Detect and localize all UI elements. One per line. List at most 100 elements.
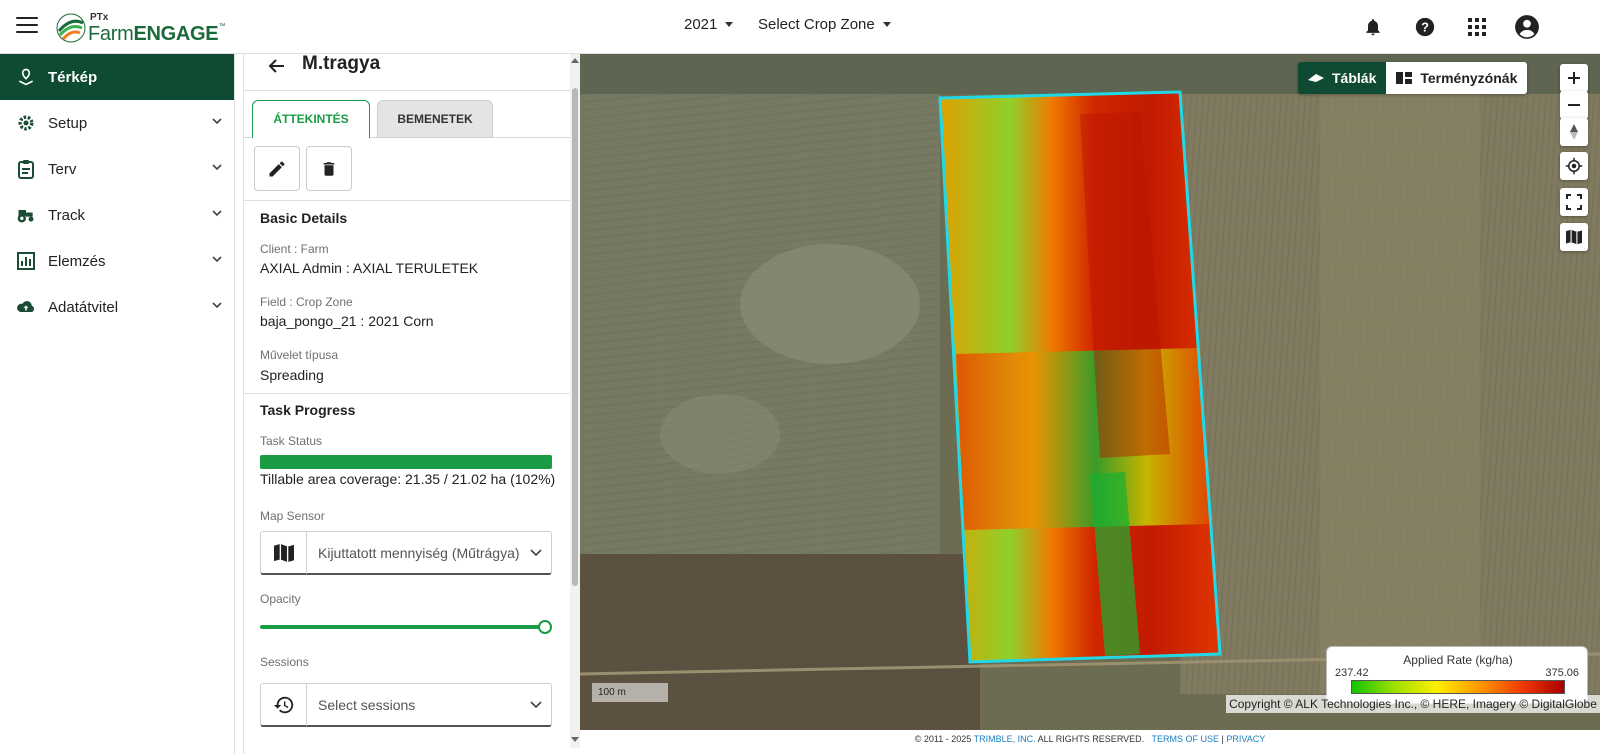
crop-zone-select[interactable]: Select Crop Zone (758, 16, 891, 33)
trimble-link[interactable]: TRIMBLE, INC. (974, 734, 1036, 744)
panel-header: M.tragya (244, 54, 572, 92)
tab-attekintes[interactable]: ÁTTEKINTÉS (252, 100, 370, 139)
opacity-slider-handle[interactable] (538, 620, 552, 634)
fullscreen-button[interactable] (1560, 188, 1588, 216)
zoom-out-button[interactable] (1560, 91, 1588, 119)
tractor-icon (16, 205, 36, 225)
sidebar-item-label: Terv (48, 160, 77, 178)
task-status-progress-bar (260, 455, 552, 469)
map-sensor-select[interactable]: Kijuttatott mennyiség (Műtrágya) - (260, 531, 552, 575)
sidebar: Térkép Setup Terv Track Elemzés Adatátvi… (0, 54, 235, 754)
bell-icon[interactable] (1360, 14, 1386, 40)
field-layer-icon (1308, 73, 1324, 83)
task-status-label: Task Status (260, 434, 323, 448)
help-icon[interactable]: ? (1412, 14, 1438, 40)
layer-tablak-button[interactable]: Táblák (1298, 62, 1387, 94)
coverage-text: Tillable area coverage: 21.35 / 21.02 ha… (260, 471, 556, 487)
sessions-select[interactable]: Select sessions (260, 683, 552, 727)
caret-down-icon (882, 22, 891, 27)
footer-copyright: © 2011 - 2025 (914, 734, 972, 744)
sidebar-item-terkep[interactable]: Térkép (0, 54, 234, 100)
logo-ptx: PTx (90, 12, 109, 23)
footer-rights: ALL RIGHTS RESERVED. (1037, 734, 1145, 744)
layer-termenyzonak-label: Terményzónák (1420, 70, 1518, 86)
sidebar-item-label: Track (48, 206, 85, 224)
privacy-link[interactable]: PRIVACY (1226, 734, 1265, 744)
top-bar: PTx FarmENGAGE™ 2021 Select Crop Zone ? (0, 0, 1600, 54)
sessions-placeholder: Select sessions (318, 696, 416, 713)
back-arrow-icon[interactable] (264, 54, 288, 78)
tab-bar: ÁTTEKINTÉS BEMENETEK (244, 100, 572, 139)
delete-button[interactable] (306, 146, 352, 191)
legend-max-value: 375.06 (1545, 667, 1579, 679)
year-select[interactable]: 2021 (684, 16, 734, 33)
sidebar-item-elemzes[interactable]: Elemzés (0, 238, 234, 284)
clipboard-icon (16, 159, 36, 179)
map-sensor-value: Kijuttatott mennyiség (Műtrágya) - (318, 544, 521, 561)
caret-down-icon (725, 22, 734, 27)
map-scale-bar: 100 m (592, 683, 668, 702)
cloud-upload-icon (16, 297, 36, 317)
tab-bemenetek[interactable]: BEMENETEK (377, 100, 493, 138)
map-sensor-label: Map Sensor (260, 509, 325, 523)
chevron-down-icon (212, 256, 222, 263)
opacity-slider-track (260, 625, 545, 629)
client-value: AXIAL Admin : AXIAL TERULETEK (260, 260, 479, 276)
task-progress-title: Task Progress (260, 402, 356, 418)
zoom-in-button[interactable] (1560, 64, 1588, 92)
layer-termenyzonak-button[interactable]: Terményzónák (1386, 62, 1528, 94)
svg-text:?: ? (1421, 20, 1429, 35)
chevron-down-icon (212, 164, 222, 171)
minus-icon (1568, 104, 1580, 106)
year-value: 2021 (684, 16, 718, 33)
sessions-label: Sessions (260, 655, 309, 669)
chevron-down-icon (212, 210, 222, 217)
sidebar-item-label: Elemzés (48, 252, 106, 270)
map-icon (1566, 229, 1582, 245)
terms-of-use-link[interactable]: TERMS OF USE (1152, 734, 1220, 744)
account-icon[interactable] (1514, 14, 1540, 40)
opacity-label: Opacity (260, 592, 301, 606)
panel-scrollbar[interactable] (570, 54, 580, 748)
farmengage-logo[interactable]: PTx FarmENGAGE™ (56, 12, 226, 46)
sidebar-item-adatatvitel[interactable]: Adatátvitel (0, 284, 234, 330)
compass-button[interactable] (1560, 118, 1588, 146)
edit-button[interactable] (254, 146, 300, 191)
crosshair-icon (1565, 157, 1583, 175)
basic-details-title: Basic Details (260, 210, 348, 226)
field-label: Field : Crop Zone (260, 295, 353, 309)
app-window: PTx FarmENGAGE™ 2021 Select Crop Zone ? (0, 0, 1600, 754)
divider (244, 90, 572, 91)
sidebar-item-track[interactable]: Track (0, 192, 234, 238)
apps-grid-icon[interactable] (1464, 14, 1490, 40)
sidebar-item-label: Térkép (48, 68, 98, 86)
map-view[interactable]: Táblák Terményzónák Applied Rate (kg/ha) (580, 54, 1600, 730)
divider (244, 393, 572, 394)
scrollbar-thumb[interactable] (572, 88, 578, 586)
locate-button[interactable] (1560, 152, 1588, 180)
layer-toggle: Táblák Terményzónák (1298, 62, 1528, 94)
layer-tablak-label: Táblák (1332, 70, 1377, 86)
map-copyright: Copyright © ALK Technologies Inc., © HER… (1226, 695, 1600, 713)
sidebar-item-setup[interactable]: Setup (0, 100, 234, 146)
sidebar-item-terv[interactable]: Terv (0, 146, 234, 192)
menu-icon[interactable] (16, 17, 38, 35)
footer-separator: | (1221, 734, 1224, 744)
map-pin-icon (16, 67, 36, 87)
chart-icon (16, 251, 36, 271)
scroll-up-icon[interactable] (571, 58, 579, 63)
operation-value: Spreading (260, 367, 324, 383)
opacity-slider[interactable] (260, 620, 552, 634)
legend-min-value: 237.42 (1335, 667, 1369, 679)
compass-icon (1570, 124, 1578, 140)
chevron-down-icon (521, 532, 551, 573)
chevron-down-icon (212, 118, 222, 125)
plus-icon (1568, 72, 1580, 84)
scroll-down-icon[interactable] (571, 737, 579, 742)
client-label: Client : Farm (260, 242, 329, 256)
basemap-button[interactable] (1560, 223, 1588, 251)
legend-title: Applied Rate (kg/ha) (1403, 653, 1513, 667)
map-icon (261, 532, 307, 574)
logo-text: FarmENGAGE™ (88, 23, 226, 45)
settings-gear-icon (16, 113, 36, 133)
